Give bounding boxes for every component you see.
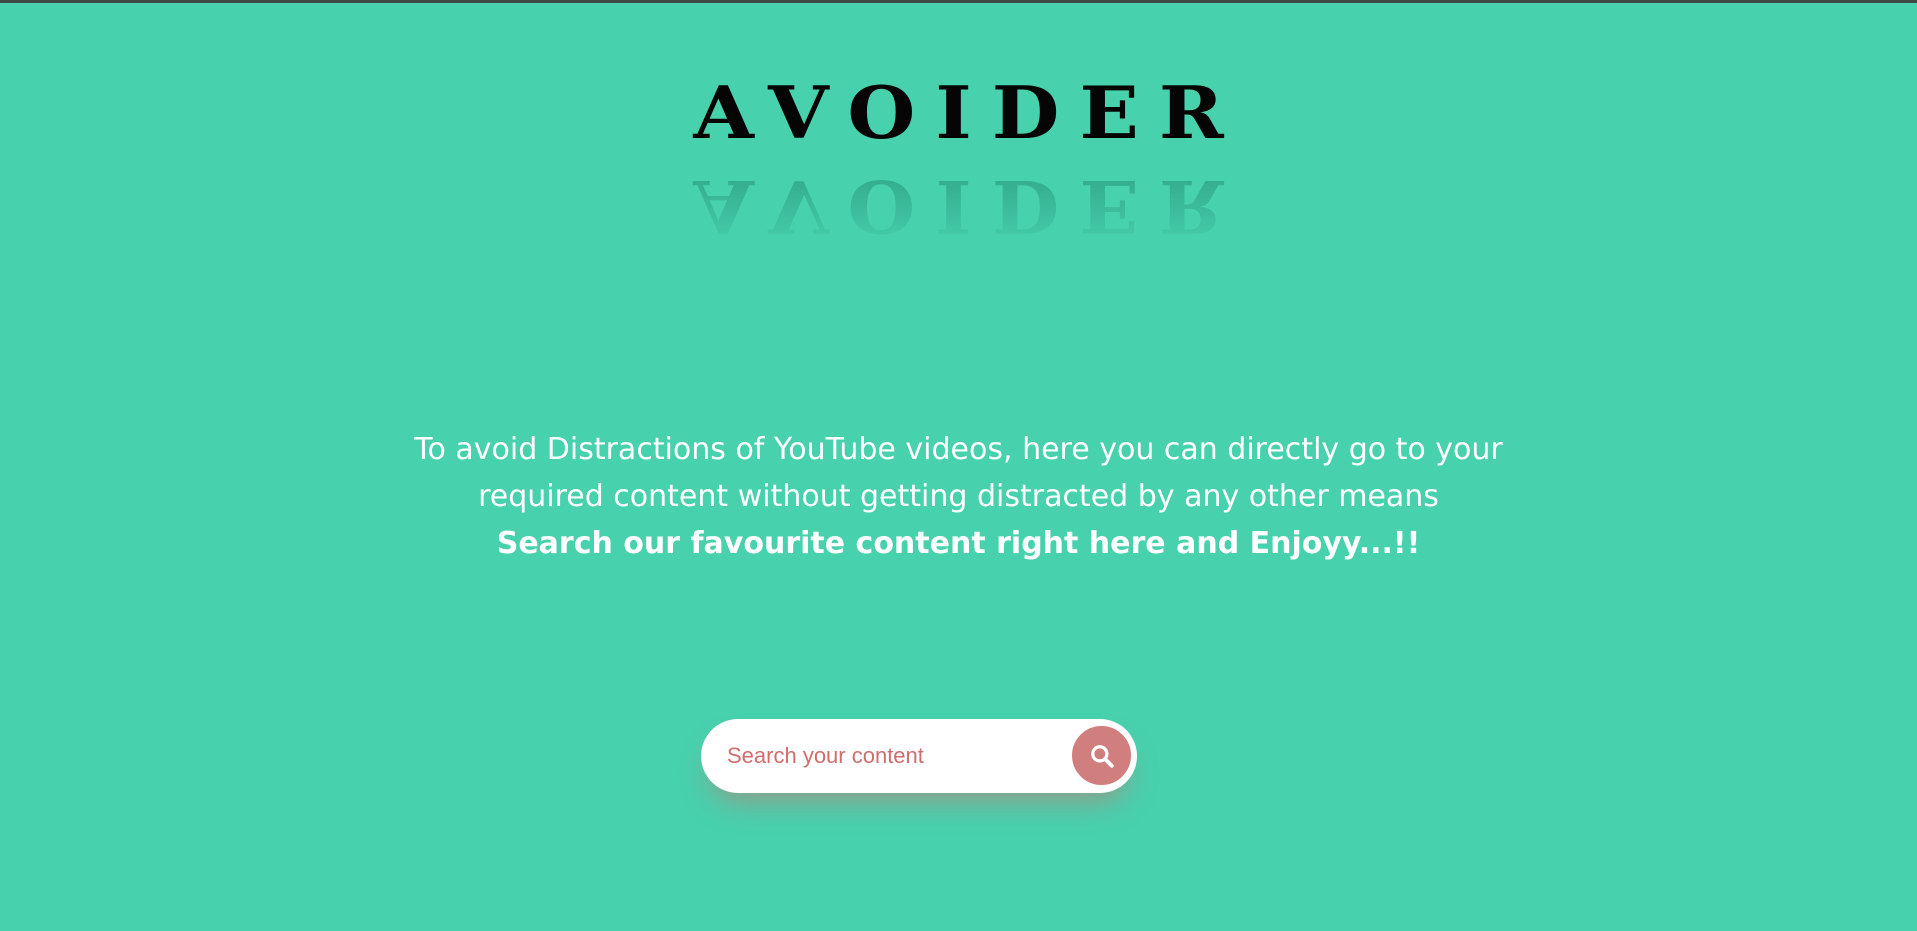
logo-container: AVOIDER [0, 75, 1917, 153]
search-input[interactable] [727, 719, 1057, 793]
logo-reflection-container: AVOIDER [0, 173, 1917, 243]
search-bar [701, 719, 1137, 793]
intro-text: To avoid Distractions of YouTube videos,… [0, 426, 1917, 567]
search-button[interactable] [1070, 724, 1133, 787]
site-logo: AVOIDER [693, 71, 1244, 156]
intro-line-2: required content without getting distrac… [478, 479, 1439, 514]
search-icon [1089, 743, 1115, 769]
intro-call-to-action: Search our favourite content right here … [496, 526, 1421, 561]
site-logo-reflection: AVOIDER [693, 173, 1244, 243]
intro-line-1: To avoid Distractions of YouTube videos,… [414, 432, 1503, 467]
